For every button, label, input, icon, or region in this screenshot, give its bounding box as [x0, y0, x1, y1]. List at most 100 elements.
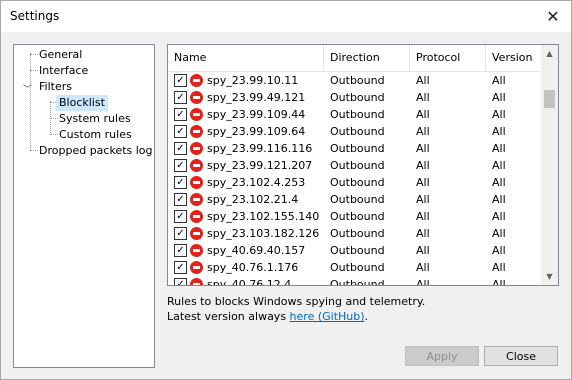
- close-icon[interactable]: ✕: [541, 5, 565, 27]
- github-link[interactable]: here (GitHub): [290, 310, 365, 323]
- rule-version: All: [492, 244, 506, 257]
- checkbox-checked-icon[interactable]: ✓: [174, 193, 187, 206]
- description-line2-suffix: .: [364, 310, 369, 323]
- table-row[interactable]: ✓ spy_23.102.21.4 Outbound All All: [168, 191, 540, 208]
- checkbox-checked-icon[interactable]: ✓: [174, 108, 187, 121]
- checkbox-checked-icon[interactable]: ✓: [174, 176, 187, 189]
- table-row[interactable]: ✓ spy_23.99.109.44 Outbound All All: [168, 106, 540, 123]
- settings-window: Settings ✕ General Interface ﹀ Filters B…: [0, 0, 572, 380]
- tree-item-general[interactable]: General: [39, 47, 82, 63]
- list-header: Name Direction Protocol Version: [168, 45, 540, 72]
- table-row[interactable]: ✓ spy_23.99.10.11 Outbound All All: [168, 72, 540, 89]
- rule-version: All: [492, 227, 506, 240]
- rule-protocol: All: [416, 159, 430, 172]
- tree-connector: [30, 54, 38, 55]
- tree-connector: [50, 101, 51, 133]
- apply-button[interactable]: Apply: [405, 346, 479, 366]
- table-row[interactable]: ✓ spy_40.76.12.4 Outbound All All: [168, 276, 540, 286]
- tree-item-custom-rules[interactable]: Custom rules: [59, 127, 132, 143]
- table-row[interactable]: ✓ spy_40.76.1.176 Outbound All All: [168, 259, 540, 276]
- table-row[interactable]: ✓ spy_23.99.109.64 Outbound All All: [168, 123, 540, 140]
- table-row[interactable]: ✓ spy_40.69.40.157 Outbound All All: [168, 242, 540, 259]
- checkbox-checked-icon[interactable]: ✓: [174, 74, 187, 87]
- block-icon: [190, 244, 203, 257]
- rule-protocol: All: [416, 176, 430, 189]
- vertical-scrollbar[interactable]: ▲ ▼: [541, 45, 558, 285]
- table-row[interactable]: ✓ spy_23.99.116.116 Outbound All All: [168, 140, 540, 157]
- rule-version: All: [492, 142, 506, 155]
- rule-name: spy_40.76.12.4: [207, 278, 292, 286]
- close-button[interactable]: Close: [484, 346, 558, 366]
- rule-direction: Outbound: [330, 193, 385, 206]
- description: Rules to blocks Windows spying and telem…: [167, 294, 425, 324]
- rule-protocol: All: [416, 210, 430, 223]
- title-bar: Settings ✕: [1, 1, 571, 32]
- checkbox-checked-icon[interactable]: ✓: [174, 210, 187, 223]
- rule-version: All: [492, 108, 506, 121]
- checkbox-checked-icon[interactable]: ✓: [174, 91, 187, 104]
- rule-direction: Outbound: [330, 125, 385, 138]
- settings-tree: General Interface ﹀ Filters Blocklist Sy…: [13, 44, 155, 368]
- rule-version: All: [492, 125, 506, 138]
- rule-protocol: All: [416, 74, 430, 87]
- checkbox-checked-icon[interactable]: ✓: [174, 227, 187, 240]
- rule-name: spy_23.102.4.253: [207, 176, 306, 189]
- block-icon: [190, 210, 203, 223]
- column-header-name[interactable]: Name: [168, 45, 324, 71]
- table-row[interactable]: ✓ spy_23.102.4.253 Outbound All All: [168, 174, 540, 191]
- rule-direction: Outbound: [330, 91, 385, 104]
- rule-direction: Outbound: [330, 108, 385, 121]
- column-header-protocol[interactable]: Protocol: [410, 45, 486, 71]
- rule-direction: Outbound: [330, 210, 385, 223]
- checkbox-checked-icon[interactable]: ✓: [174, 244, 187, 257]
- description-line1: Rules to blocks Windows spying and telem…: [167, 295, 426, 308]
- tree-item-interface[interactable]: Interface: [39, 63, 88, 79]
- scroll-up-icon[interactable]: ▲: [541, 45, 558, 62]
- scroll-down-icon[interactable]: ▼: [541, 268, 558, 285]
- rule-direction: Outbound: [330, 159, 385, 172]
- block-icon: [190, 176, 203, 189]
- checkbox-checked-icon[interactable]: ✓: [174, 261, 187, 274]
- rule-protocol: All: [416, 108, 430, 121]
- tree-item-blocklist[interactable]: Blocklist: [56, 95, 108, 111]
- scrollbar-thumb[interactable]: [544, 90, 555, 108]
- checkbox-checked-icon[interactable]: ✓: [174, 125, 187, 138]
- tree-connector: [50, 134, 58, 135]
- rule-version: All: [492, 261, 506, 274]
- rule-version: All: [492, 193, 506, 206]
- rule-version: All: [492, 278, 506, 286]
- checkbox-checked-icon[interactable]: ✓: [174, 159, 187, 172]
- checkbox-checked-icon[interactable]: ✓: [174, 278, 187, 285]
- table-row[interactable]: ✓ spy_23.99.49.121 Outbound All All: [168, 89, 540, 106]
- block-icon: [190, 74, 203, 87]
- rule-name: spy_23.99.109.64: [207, 125, 306, 138]
- tree-item-dropped-packets-log[interactable]: Dropped packets log: [39, 143, 153, 159]
- rule-direction: Outbound: [330, 278, 385, 286]
- column-header-direction[interactable]: Direction: [324, 45, 410, 71]
- tree-item-system-rules[interactable]: System rules: [59, 111, 131, 127]
- rule-protocol: All: [416, 227, 430, 240]
- block-icon: [190, 227, 203, 240]
- block-icon: [190, 125, 203, 138]
- rule-name: spy_23.102.21.4: [207, 193, 299, 206]
- rule-protocol: All: [416, 142, 430, 155]
- table-row[interactable]: ✓ spy_23.103.182.126 Outbound All All: [168, 225, 540, 242]
- tree-item-filters[interactable]: Filters: [39, 79, 72, 95]
- table-row[interactable]: ✓ spy_23.102.155.140 Outbound All All: [168, 208, 540, 225]
- rule-protocol: All: [416, 261, 430, 274]
- tree-connector: [30, 150, 38, 151]
- rule-protocol: All: [416, 278, 430, 286]
- rule-direction: Outbound: [330, 261, 385, 274]
- rule-name: spy_23.99.109.44: [207, 108, 306, 121]
- rule-name: spy_23.99.49.121: [207, 91, 306, 104]
- rule-name: spy_23.99.121.207: [207, 159, 313, 172]
- window-title: Settings: [10, 9, 60, 23]
- rule-version: All: [492, 74, 506, 87]
- block-icon: [190, 142, 203, 155]
- rule-direction: Outbound: [330, 176, 385, 189]
- chevron-down-icon[interactable]: ﹀: [23, 82, 32, 95]
- table-row[interactable]: ✓ spy_23.99.121.207 Outbound All All: [168, 157, 540, 174]
- column-header-version[interactable]: Version: [486, 45, 540, 71]
- checkbox-checked-icon[interactable]: ✓: [174, 142, 187, 155]
- rule-direction: Outbound: [330, 244, 385, 257]
